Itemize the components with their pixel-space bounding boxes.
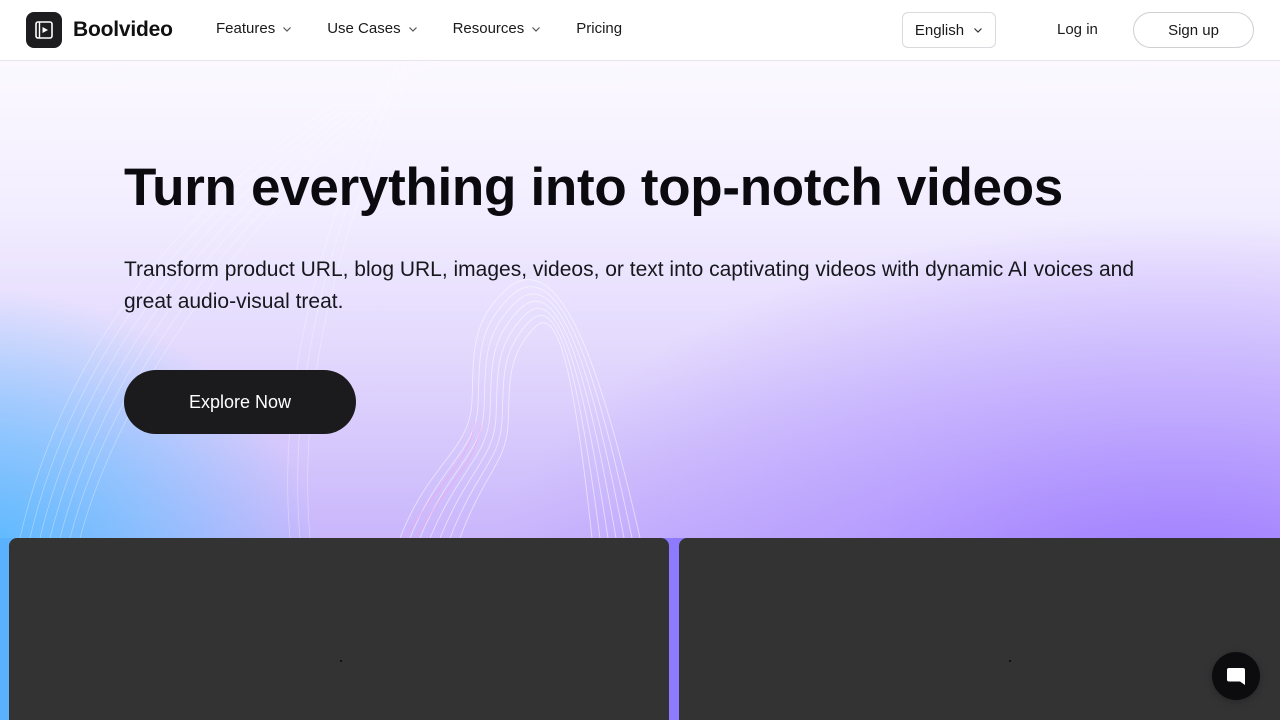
nav-item-label: Pricing (576, 20, 623, 37)
chevron-down-icon (408, 26, 417, 32)
explore-now-button[interactable]: Explore Now (124, 370, 356, 434)
language-label: English (914, 21, 965, 39)
video-preview-card[interactable] (9, 538, 669, 720)
chat-icon-glyph (1227, 668, 1245, 685)
hero-section: Turn everything into top-notch videos Tr… (0, 61, 1280, 538)
signup-button[interactable]: Sign up (1133, 12, 1254, 48)
loading-indicator (340, 660, 342, 662)
chat-bubble-icon[interactable] (1212, 652, 1260, 700)
nav-item-label: Resources (452, 20, 525, 37)
nav-item-resources[interactable]: Resources (453, 20, 542, 37)
language-select[interactable]: English (902, 12, 996, 48)
nav-item-label: Use Cases (327, 20, 401, 37)
hero-title: Turn everything into top-notch videos (124, 158, 1063, 217)
hero-subtitle: Transform product URL, blog URL, images,… (124, 258, 1135, 313)
loading-indicator (1009, 660, 1011, 662)
brand-name: Boolvideo (73, 18, 173, 41)
chevron-down-icon (532, 26, 541, 32)
chevron-down-icon (283, 26, 292, 32)
nav-item-pricing[interactable]: Pricing (576, 20, 622, 37)
video-preview-card[interactable] (679, 538, 1280, 720)
brand-logo[interactable]: Boolvideo (26, 12, 173, 48)
nav-item-features[interactable]: Features (216, 20, 292, 37)
nav-item-use-cases[interactable]: Use Cases (327, 20, 417, 37)
nav-item-label: Features (216, 20, 276, 37)
login-link[interactable]: Log in (1057, 21, 1098, 38)
site-header: Boolvideo Features Use Cases Resources P… (0, 0, 1280, 61)
main-nav: Features Use Cases Resources Pricing (216, 20, 622, 37)
video-play-icon (26, 12, 62, 48)
chevron-down-icon (974, 28, 983, 33)
